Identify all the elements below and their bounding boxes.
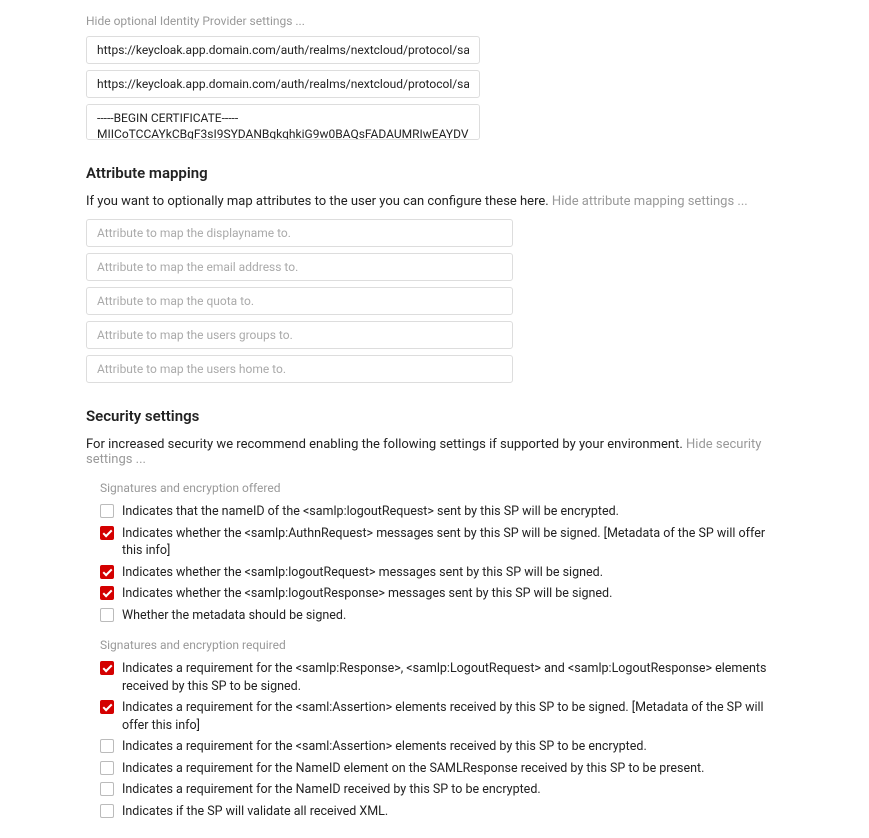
required-label: Indicates a requirement for the <samlp:R… — [122, 660, 783, 695]
required-row: Indicates a requirement for the <saml:As… — [86, 738, 783, 756]
required-row: Indicates a requirement for the <saml:As… — [86, 699, 783, 734]
security-settings-desc: For increased security we recommend enab… — [86, 437, 783, 467]
offered-row: Indicates whether the <samlp:logoutRespo… — [86, 585, 783, 603]
idp-url-1-input[interactable] — [86, 36, 480, 64]
required-label: Indicates a requirement for the <saml:As… — [122, 738, 647, 756]
required-label: Indicates a requirement for the NameID e… — [122, 760, 704, 778]
required-row: Indicates a requirement for the <samlp:R… — [86, 660, 783, 695]
attr-home-input[interactable] — [86, 355, 513, 383]
hide-attribute-mapping-link[interactable]: Hide attribute mapping settings ... — [552, 194, 748, 209]
offered-label: Indicates whether the <samlp:logoutRespo… — [122, 585, 612, 603]
attr-quota-input[interactable] — [86, 287, 513, 315]
offered-label: Indicates whether the <samlp:AuthnReques… — [122, 525, 783, 560]
offered-row: Indicates whether the <samlp:AuthnReques… — [86, 525, 783, 560]
required-row: Indicates if the SP will validate all re… — [86, 803, 783, 821]
offered-row: Whether the metadata should be signed. — [86, 607, 783, 625]
offered-checkbox-1[interactable] — [100, 526, 114, 540]
hide-idp-settings-link[interactable]: Hide optional Identity Provider settings… — [86, 14, 783, 28]
required-checkbox-5[interactable] — [100, 804, 114, 818]
required-checkbox-1[interactable] — [100, 700, 114, 714]
idp-certificate-textarea[interactable]: -----BEGIN CERTIFICATE----- MIICoTCCAYkC… — [86, 104, 480, 140]
required-checkbox-2[interactable] — [100, 739, 114, 753]
required-checkbox-4[interactable] — [100, 782, 114, 796]
required-row: Indicates a requirement for the NameID e… — [86, 760, 783, 778]
required-row: Indicates a requirement for the NameID r… — [86, 781, 783, 799]
required-label: Indicates a requirement for the NameID r… — [122, 781, 541, 799]
attribute-mapping-desc-text: If you want to optionally map attributes… — [86, 194, 549, 209]
idp-url-2-input[interactable] — [86, 70, 480, 98]
attr-groups-input[interactable] — [86, 321, 513, 349]
offered-label: Indicates whether the <samlp:logoutReque… — [122, 564, 603, 582]
offered-label: Indicates that the nameID of the <samlp:… — [122, 503, 619, 521]
offered-label: Whether the metadata should be signed. — [122, 607, 346, 625]
required-checkbox-3[interactable] — [100, 761, 114, 775]
attribute-mapping-heading: Attribute mapping — [86, 164, 783, 182]
offered-row: Indicates that the nameID of the <samlp:… — [86, 503, 783, 521]
attribute-mapping-desc: If you want to optionally map attributes… — [86, 194, 783, 209]
offered-checkbox-4[interactable] — [100, 608, 114, 622]
offered-checkbox-2[interactable] — [100, 565, 114, 579]
signatures-required-heading: Signatures and encryption required — [86, 638, 783, 652]
security-settings-heading: Security settings — [86, 407, 783, 425]
attr-email-input[interactable] — [86, 253, 513, 281]
offered-checkbox-0[interactable] — [100, 504, 114, 518]
signatures-offered-heading: Signatures and encryption offered — [86, 481, 783, 495]
security-settings-desc-text: For increased security we recommend enab… — [86, 437, 683, 452]
required-checkbox-0[interactable] — [100, 661, 114, 675]
required-label: Indicates a requirement for the <saml:As… — [122, 699, 783, 734]
offered-row: Indicates whether the <samlp:logoutReque… — [86, 564, 783, 582]
offered-checkbox-3[interactable] — [100, 586, 114, 600]
required-label: Indicates if the SP will validate all re… — [122, 803, 388, 821]
attr-displayname-input[interactable] — [86, 219, 513, 247]
